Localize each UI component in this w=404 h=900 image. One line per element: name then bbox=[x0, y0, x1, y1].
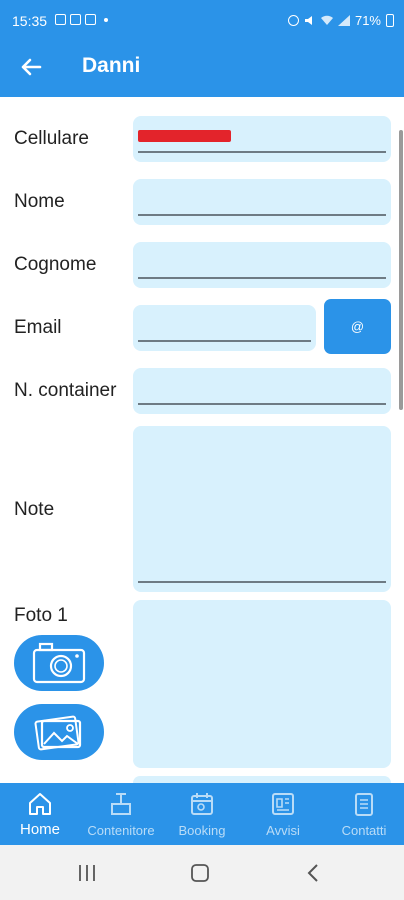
phone-value-redacted bbox=[138, 130, 231, 142]
surname-field[interactable] bbox=[133, 242, 391, 288]
battery-icon bbox=[386, 14, 394, 27]
notes-field[interactable] bbox=[133, 426, 391, 592]
signal-icon bbox=[337, 15, 350, 26]
nav-item-container[interactable]: Contenitore bbox=[81, 783, 161, 845]
container-field[interactable] bbox=[133, 368, 391, 414]
phone-label: Cellulare bbox=[14, 128, 89, 149]
home-system-icon[interactable] bbox=[190, 864, 210, 882]
mute-icon bbox=[304, 16, 312, 25]
battery-percent: 71% bbox=[354, 13, 381, 28]
gallery-button[interactable] bbox=[14, 704, 104, 760]
app-notification-icon bbox=[70, 14, 81, 25]
nav-item-notices[interactable]: Avvisi bbox=[243, 783, 323, 845]
nav-label-home: Home bbox=[19, 821, 60, 838]
image-notification-icon bbox=[55, 14, 66, 25]
status-notification-icons bbox=[55, 14, 108, 25]
back-system-icon[interactable] bbox=[305, 863, 321, 883]
nav-item-booking[interactable]: Booking bbox=[162, 783, 242, 845]
more-notifications-icon bbox=[104, 17, 108, 22]
arrow-left-icon bbox=[21, 58, 42, 76]
camera-button[interactable] bbox=[14, 635, 104, 691]
status-system-icons: 71% bbox=[287, 13, 394, 28]
name-input[interactable] bbox=[139, 185, 385, 213]
container-icon bbox=[111, 793, 131, 815]
mail-notification-icon bbox=[85, 14, 96, 25]
surname-label: Cognome bbox=[14, 254, 97, 275]
app-bar: Danni bbox=[0, 34, 404, 97]
scrollbar[interactable] bbox=[399, 130, 403, 410]
notes-label: Note bbox=[14, 499, 55, 520]
email-input[interactable] bbox=[139, 311, 310, 339]
name-label: Nome bbox=[14, 191, 65, 212]
email-field[interactable] bbox=[133, 305, 316, 351]
nav-label-notices: Avvisi bbox=[266, 823, 300, 838]
surname-input[interactable] bbox=[139, 248, 385, 276]
gallery-icon bbox=[34, 715, 82, 751]
status-bar: 15:35 71% bbox=[0, 0, 404, 34]
email-at-button[interactable]: @ bbox=[324, 299, 391, 354]
contacts-icon bbox=[355, 793, 373, 816]
recent-apps-icon[interactable] bbox=[77, 864, 97, 882]
nav-label-container: Contenitore bbox=[87, 823, 155, 838]
phone-field[interactable] bbox=[133, 116, 391, 162]
wifi-icon bbox=[320, 15, 333, 25]
page-title: Danni bbox=[82, 54, 141, 77]
status-time: 15:35 bbox=[12, 13, 48, 29]
nav-item-home[interactable]: Home bbox=[0, 783, 80, 845]
notices-icon bbox=[272, 793, 294, 815]
booking-icon bbox=[191, 793, 213, 815]
photo-label: Foto 1 bbox=[14, 605, 68, 626]
container-label: N. container bbox=[14, 380, 117, 401]
nav-item-contacts[interactable]: Contatti bbox=[324, 783, 404, 845]
camera-icon bbox=[32, 642, 86, 684]
nav-label-contacts: Contatti bbox=[341, 823, 387, 838]
bottom-nav: Home Contenitore Booking Avvisi Contatti bbox=[0, 783, 404, 845]
system-nav-bar bbox=[0, 845, 404, 900]
home-icon bbox=[29, 793, 51, 815]
alarm-icon bbox=[287, 15, 299, 26]
photo-preview bbox=[133, 600, 391, 768]
container-input[interactable] bbox=[139, 374, 385, 402]
nav-label-booking: Booking bbox=[178, 823, 226, 838]
email-label: Email bbox=[14, 317, 62, 338]
back-button[interactable] bbox=[14, 50, 48, 84]
name-field[interactable] bbox=[133, 179, 391, 225]
